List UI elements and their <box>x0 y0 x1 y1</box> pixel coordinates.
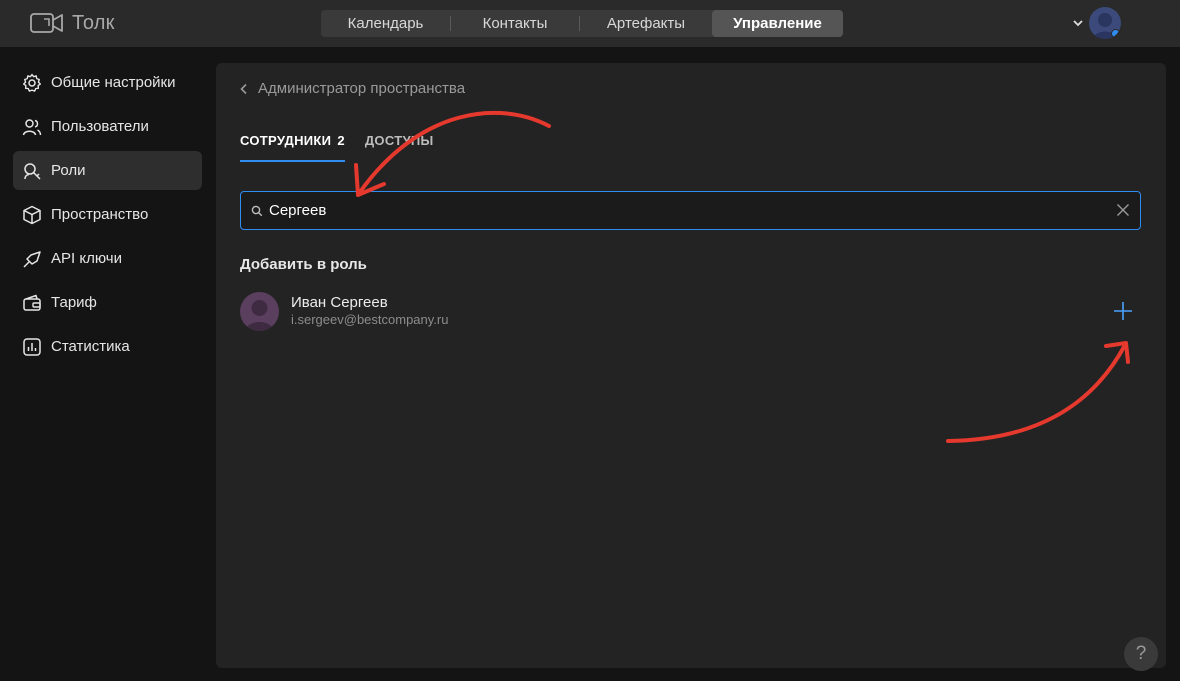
nav-management[interactable]: Управление <box>712 10 843 37</box>
tab-label: ДОСТУПЫ <box>364 133 434 148</box>
search-box <box>240 191 1141 230</box>
top-bar: Толк Календарь Контакты Артефакты Управл… <box>0 0 1180 47</box>
sidebar-item-label: Пользователи <box>51 118 149 135</box>
chevron-down-icon[interactable] <box>1073 19 1083 27</box>
tab-employees[interactable]: СОТРУДНИКИ 2 <box>240 133 345 162</box>
section-title: Добавить в роль <box>240 256 367 273</box>
video-camera-icon <box>30 13 63 33</box>
online-status-dot <box>1111 29 1120 38</box>
sidebar-item-general-settings[interactable]: Общие настройки <box>13 63 202 102</box>
chevron-left-icon[interactable] <box>240 83 248 95</box>
sidebar-item-label: Роли <box>51 162 86 179</box>
search-input[interactable] <box>269 195 1140 226</box>
person-name: Иван Сергеев <box>291 294 388 311</box>
help-button[interactable]: ? <box>1124 637 1158 671</box>
avatar <box>240 291 279 331</box>
tab-bar: СОТРУДНИКИ 2 ДОСТУПЫ <box>240 133 434 162</box>
tab-count: 2 <box>337 133 345 148</box>
main-nav: Календарь Контакты Артефакты Управление <box>321 10 843 37</box>
main-panel: Администратор пространства СОТРУДНИКИ 2 … <box>216 63 1166 668</box>
sidebar-item-label: Тариф <box>51 294 97 311</box>
sidebar-item-label: Статистика <box>51 338 130 355</box>
tab-label: СОТРУДНИКИ <box>240 133 332 148</box>
roles-icon <box>24 162 41 180</box>
cube-icon <box>23 205 41 224</box>
user-menu[interactable] <box>1073 6 1121 40</box>
clear-icon[interactable] <box>1115 202 1131 218</box>
sidebar-item-users[interactable]: Пользователи <box>13 107 202 146</box>
sidebar-item-api-keys[interactable]: API ключи <box>13 239 202 278</box>
sidebar-item-statistics[interactable]: Статистика <box>13 327 202 366</box>
person-info: Иван Сергеев i.sergeev@bestcompany.ru <box>291 294 448 328</box>
sidebar: Общие настройки Пользователи Роли Простр… <box>13 63 202 371</box>
user-silhouette-icon <box>245 299 274 331</box>
nav-artifacts[interactable]: Артефакты <box>580 10 712 37</box>
app-name: Толк <box>72 11 115 34</box>
key-icon <box>23 250 41 268</box>
search-icon <box>251 205 263 216</box>
tab-access[interactable]: ДОСТУПЫ <box>365 133 434 162</box>
nav-calendar[interactable]: Календарь <box>321 10 450 37</box>
person-email: i.sergeev@bestcompany.ru <box>291 312 449 327</box>
breadcrumb-label: Администратор пространства <box>258 80 466 97</box>
wallet-icon <box>23 294 41 311</box>
sidebar-item-label: API ключи <box>51 250 122 267</box>
gear-icon <box>23 73 41 92</box>
add-icon[interactable] <box>1113 301 1133 321</box>
sidebar-item-space[interactable]: Пространство <box>13 195 202 234</box>
sidebar-item-tariff[interactable]: Тариф <box>13 283 202 322</box>
sidebar-item-label: Общие настройки <box>51 74 176 91</box>
users-icon <box>22 118 42 135</box>
list-item: Иван Сергеев i.sergeev@bestcompany.ru <box>240 291 1141 331</box>
sidebar-item-roles[interactable]: Роли <box>13 151 202 190</box>
app-logo[interactable]: Толк <box>30 10 115 36</box>
nav-contacts[interactable]: Контакты <box>451 10 579 37</box>
breadcrumb[interactable]: Администратор пространства <box>240 80 465 97</box>
chart-icon <box>23 337 41 356</box>
user-avatar[interactable] <box>1089 7 1121 39</box>
sidebar-item-label: Пространство <box>51 206 149 223</box>
